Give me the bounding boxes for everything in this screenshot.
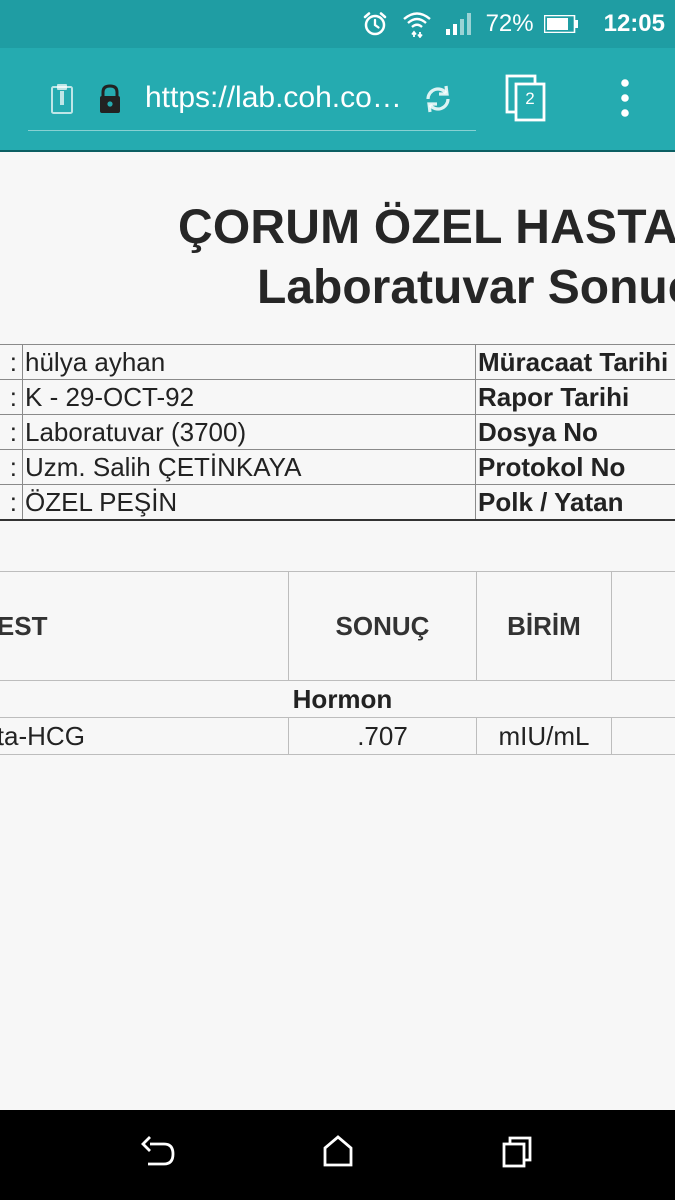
- url-field[interactable]: https://lab.coh.com.tr: [145, 76, 407, 120]
- tabs-switcher-button[interactable]: 2: [504, 74, 548, 122]
- info-colon: :: [0, 449, 23, 485]
- info-value: hülya ayhan: [22, 344, 476, 380]
- home-icon[interactable]: [322, 1132, 354, 1172]
- battery-icon: [543, 15, 578, 33]
- tab-count: 2: [525, 89, 535, 108]
- info-value: ÖZEL PEŞİN: [22, 484, 476, 521]
- header-test: TEST: [0, 571, 289, 681]
- reload-icon[interactable]: [420, 83, 456, 115]
- info-label: Dosya No: [475, 414, 675, 450]
- header-extra: [611, 571, 675, 681]
- wifi-icon: [402, 12, 431, 38]
- results-header-row: TEST SONUÇ BİRİM: [0, 571, 675, 681]
- info-value: K - 29-OCT-92: [22, 379, 476, 415]
- info-label: Polk / Yatan: [475, 484, 675, 521]
- result-extra: [611, 717, 675, 755]
- status-bar: 72% 12:05: [0, 0, 675, 48]
- info-colon: :: [0, 379, 23, 415]
- results-table: TEST SONUÇ BİRİM Hormon Beta-HCG .707 mI…: [0, 571, 675, 755]
- clock: 12:05: [603, 10, 665, 37]
- browser-toolbar: https://lab.coh.com.tr 2: [0, 48, 675, 150]
- table-row: Beta-HCG .707 mIU/mL: [0, 717, 675, 755]
- patient-info-table: : hülya ayhan Müracaat Tarihi: K - 29-OCT-9…: [0, 344, 675, 521]
- page-info-icon[interactable]: [50, 83, 74, 115]
- info-row: : Uzm. Salih ÇETİNKAYA Protokol No: [0, 449, 675, 485]
- info-label: Rapor Tarihi: [475, 379, 675, 415]
- info-colon: :: [0, 344, 23, 380]
- web-page: ÇORUM ÖZEL HASTANESİ Laboratuvar Sonuç R…: [0, 152, 675, 1110]
- result-unit: mIU/mL: [476, 717, 612, 755]
- recents-icon[interactable]: [501, 1132, 533, 1172]
- info-label: Müracaat Tarihi: [475, 344, 675, 380]
- result-value: .707: [288, 717, 477, 755]
- alarm-icon: [363, 12, 386, 36]
- info-row: : hülya ayhan Müracaat Tarihi: [0, 344, 675, 380]
- group-label: Hormon: [0, 680, 675, 718]
- header-birim: BİRİM: [476, 571, 612, 681]
- info-label: Protokol No: [475, 449, 675, 485]
- more-menu-icon[interactable]: [618, 78, 632, 118]
- header-sonuc: SONUÇ: [288, 571, 477, 681]
- result-test: Beta-HCG: [0, 717, 289, 755]
- back-icon[interactable]: [140, 1132, 176, 1172]
- info-row: : Laboratuvar (3700) Dosya No: [0, 414, 675, 450]
- status-icons: 72% 12:05: [362, 0, 665, 48]
- signal-icon: [445, 13, 471, 35]
- info-colon: :: [0, 414, 23, 450]
- info-value: Laboratuvar (3700): [22, 414, 476, 450]
- navigation-bar: [0, 1110, 675, 1200]
- info-value: Uzm. Salih ÇETİNKAYA: [22, 449, 476, 485]
- url-underline: [28, 130, 476, 131]
- info-row: : ÖZEL PEŞİN Polk / Yatan: [0, 484, 675, 521]
- report-title: Laboratuvar Sonuç Raporu: [257, 261, 675, 314]
- lock-icon[interactable]: [98, 84, 122, 114]
- hospital-title: ÇORUM ÖZEL HASTANESİ: [178, 201, 675, 254]
- results-group-row: Hormon: [0, 680, 675, 718]
- battery-percent: 72%: [485, 10, 534, 37]
- info-row: :K - 29-OCT-92 Rapor Tarihi: [0, 379, 675, 415]
- info-colon: :: [0, 484, 23, 521]
